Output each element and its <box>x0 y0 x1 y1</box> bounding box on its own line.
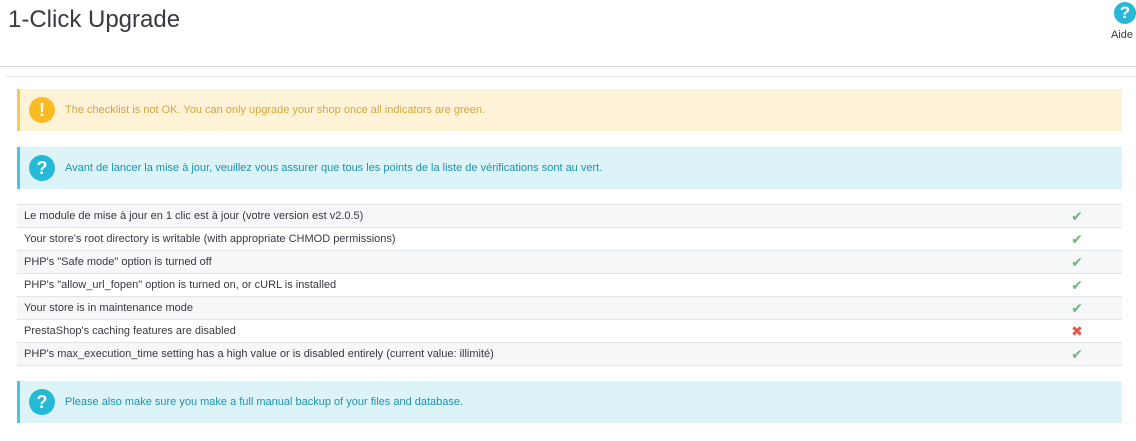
page-title: 1-Click Upgrade <box>8 6 181 33</box>
checklist-label: PrestaShop's caching features are disabl… <box>24 325 236 337</box>
checklist-row: Le module de mise à jour en 1 clic est à… <box>17 204 1122 228</box>
checklist-row: PrestaShop's caching features are disabl… <box>17 320 1122 343</box>
checklist-table: Le module de mise à jour en 1 clic est à… <box>17 204 1122 366</box>
checklist-label: PHP's "Safe mode" option is turned off <box>24 256 212 268</box>
warning-alert: ! The checklist is not OK. You can only … <box>17 89 1122 131</box>
check-icon: ✔ <box>1071 277 1083 293</box>
warning-message: The checklist is not OK. You can only up… <box>65 104 486 116</box>
checklist-row: PHP's max_execution_time setting has a h… <box>17 343 1122 366</box>
check-icon: ✔ <box>1071 254 1083 270</box>
warning-icon: ! <box>29 97 55 123</box>
check-icon: ✔ <box>1071 208 1083 224</box>
checklist-row: Your store is in maintenance mode ✔ <box>17 297 1122 320</box>
checklist-row: Your store's root directory is writable … <box>17 228 1122 251</box>
checklist-label: Your store is in maintenance mode <box>24 302 193 314</box>
check-icon: ✔ <box>1071 300 1083 316</box>
checklist-row: PHP's "Safe mode" option is turned off ✔ <box>17 251 1122 274</box>
checklist-row: PHP's "allow_url_fopen" option is turned… <box>17 274 1122 297</box>
info-alert-checklist: ? Avant de lancer la mise à jour, veuill… <box>17 147 1122 189</box>
info-icon: ? <box>29 155 55 181</box>
backup-message: Please also make sure you make a full ma… <box>65 396 464 408</box>
help-button[interactable]: ? Aide <box>1106 2 1136 41</box>
content-divider <box>6 76 1136 77</box>
info-icon: ? <box>29 389 55 415</box>
header-divider <box>0 66 1136 67</box>
checklist-label: PHP's max_execution_time setting has a h… <box>24 348 494 360</box>
check-icon: ✔ <box>1071 231 1083 247</box>
info-message: Avant de lancer la mise à jour, veuillez… <box>65 162 603 174</box>
info-alert-backup: ? Please also make sure you make a full … <box>17 381 1122 423</box>
checklist-label: PHP's "allow_url_fopen" option is turned… <box>24 279 337 291</box>
help-icon: ? <box>1114 2 1136 24</box>
checklist-label: Le module de mise à jour en 1 clic est à… <box>24 210 364 222</box>
help-label: Aide <box>1111 29 1134 41</box>
check-icon: ✔ <box>1071 346 1083 362</box>
cross-icon: ✖ <box>1071 323 1083 339</box>
checklist-label: Your store's root directory is writable … <box>24 233 396 245</box>
